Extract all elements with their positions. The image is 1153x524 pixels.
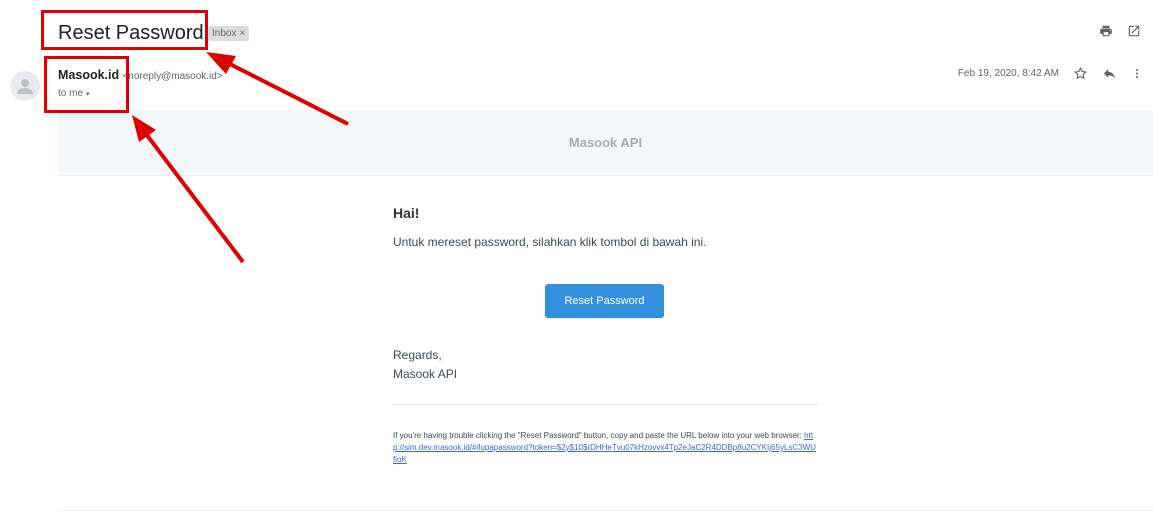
brand-title[interactable]: Masook API (569, 135, 642, 150)
greeting: Hai! (393, 205, 420, 221)
sender-avatar[interactable] (10, 71, 40, 101)
subcopy: If you're having trouble clicking the "R… (393, 430, 818, 466)
message-meta: Feb 19, 2020, 8:42 AM (958, 66, 1143, 81)
inbox-label-badge[interactable]: Inbox × (208, 26, 250, 41)
intro-text: Untuk mereset password, silahkan klik to… (393, 235, 707, 249)
footer-divider (58, 510, 1153, 511)
avatar-person-icon (17, 79, 33, 94)
signature: Regards, Masook API (393, 346, 457, 384)
print-icon[interactable] (1099, 24, 1113, 38)
signature-name: Masook API (393, 367, 458, 381)
email-content: Hai! Untuk mereset password, silahkan kl… (393, 205, 818, 249)
remove-label-icon[interactable]: × (239, 28, 245, 39)
message-date: Feb 19, 2020, 8:42 AM (957, 68, 1059, 79)
reply-icon[interactable] (1102, 66, 1117, 81)
open-in-new-window-icon[interactable] (1127, 24, 1141, 38)
regards-line: Regards, (393, 348, 442, 362)
subcopy-text: If you're having trouble clicking the "R… (393, 431, 805, 440)
email-brand-header: Masook API (58, 110, 1153, 176)
inbox-label-text: Inbox (212, 28, 237, 39)
sender-highlight-box (44, 56, 129, 113)
toolbar-top-right (1099, 24, 1141, 38)
reset-password-button[interactable]: Reset Password (545, 284, 664, 318)
more-vert-icon[interactable] (1131, 66, 1143, 81)
subject-highlight-box (41, 10, 208, 50)
sender-email: <noreply@masook.id> (122, 71, 223, 82)
star-icon[interactable] (1073, 66, 1088, 81)
divider (393, 404, 818, 405)
